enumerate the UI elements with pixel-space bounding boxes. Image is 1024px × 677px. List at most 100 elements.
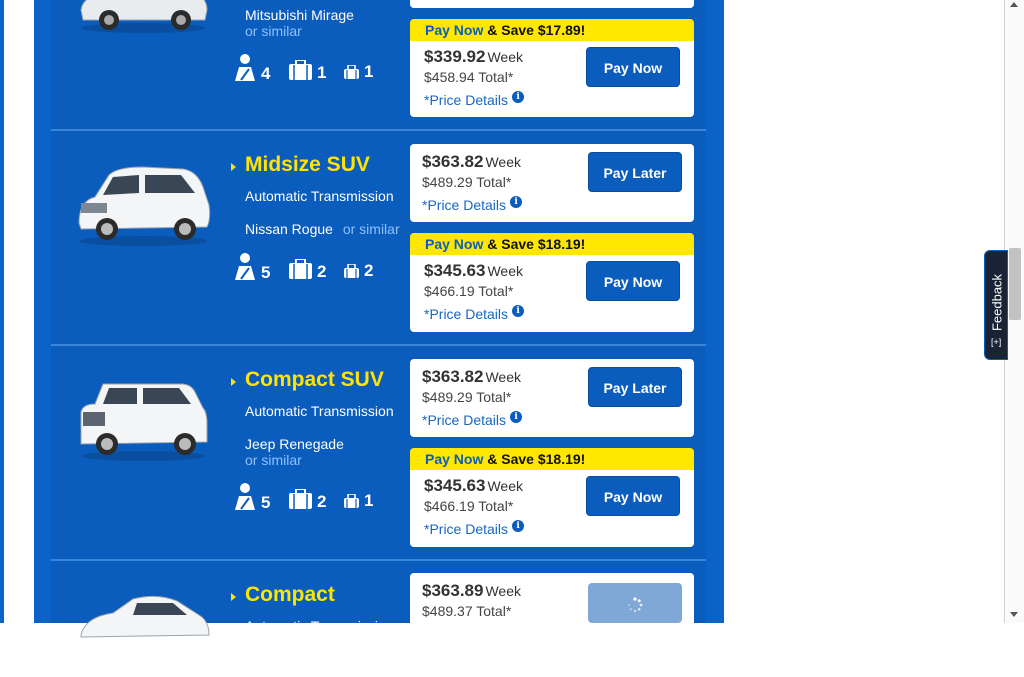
large-bag-count: 1 <box>317 63 327 82</box>
pay-now-button[interactable]: Pay Now <box>586 476 680 516</box>
savings-amount: & Save $18.19! <box>487 451 586 467</box>
weekly-price: $363.82 Week <box>422 367 521 386</box>
passenger-capacity: 5 <box>233 253 270 281</box>
transmission-label: Automatic Transmission <box>245 618 394 634</box>
large-bag-capacity: 1 <box>288 60 326 81</box>
large-bag-capacity: 2 <box>288 259 326 280</box>
feedback-tab[interactable]: Feedback [+] <box>984 250 1008 360</box>
pay-now-tag: Pay Now <box>425 22 484 38</box>
passenger-count: 5 <box>261 493 271 512</box>
scroll-up-arrow-icon[interactable] <box>1010 2 1018 7</box>
info-icon[interactable]: i <box>512 305 525 317</box>
total-price: $466.19 Total* <box>424 283 514 299</box>
scroll-down-arrow-icon[interactable] <box>1010 612 1018 617</box>
or-similar-label: or similar <box>342 221 400 237</box>
passenger-icon <box>235 253 255 280</box>
savings-amount: & Save $17.89! <box>487 22 586 38</box>
weekly-price: $363.82 Week <box>422 152 521 171</box>
pay-later-card-top <box>410 0 694 8</box>
price-details-link[interactable]: *Price Details i <box>422 196 523 213</box>
weekly-price: $345.63 Week <box>424 261 523 280</box>
info-icon[interactable]: i <box>510 411 523 423</box>
car-model: Nissan Rogue or similar <box>245 221 400 237</box>
caret-right-icon <box>231 593 236 601</box>
pay-later-button-loading[interactable] <box>588 583 682 623</box>
vehicle-class-title[interactable]: Midsize SUV <box>245 153 370 177</box>
feedback-expand-icon[interactable]: [+] <box>991 337 1001 347</box>
pay-now-card: $339.92 Week $458.94 Total* *Price Detail… <box>410 41 694 117</box>
loading-spinner-icon <box>628 597 643 613</box>
pay-later-card: $363.89 Week $489.37 Total* <box>410 573 694 643</box>
passenger-capacity: 4 <box>233 54 270 82</box>
total-price: $466.19 Total* <box>424 498 514 514</box>
car-image <box>80 595 210 638</box>
small-bag-icon <box>344 65 359 79</box>
passenger-icon <box>235 483 255 510</box>
caret-right-icon <box>231 378 236 386</box>
small-bag-count: 1 <box>364 491 374 510</box>
vehicle-row: Mitsubishi Mirage or similar 4 1 1 Pay N… <box>51 0 706 131</box>
large-bag-count: 2 <box>317 262 327 281</box>
pay-now-tag: Pay Now <box>425 451 484 467</box>
large-bag-icon <box>289 489 312 509</box>
or-similar-label: or similar <box>245 23 302 39</box>
row-divider <box>51 344 706 346</box>
info-icon[interactable]: i <box>512 91 525 103</box>
row-divider <box>51 129 706 131</box>
small-bag-icon <box>344 264 359 278</box>
row-divider <box>51 559 706 561</box>
price-details-link[interactable]: *Price Details i <box>424 91 525 108</box>
price-details-link[interactable]: *Price Details i <box>422 411 523 428</box>
info-icon[interactable]: i <box>510 196 523 208</box>
vehicle-row: Midsize SUV Automatic Transmission Nissa… <box>51 131 706 346</box>
page-left-edge <box>0 0 4 623</box>
vehicle-row: Compact SUV Automatic Transmission Jeep … <box>51 346 706 561</box>
total-price: $489.37 Total* <box>422 603 512 619</box>
pay-later-card: $363.82 Week $489.29 Total* *Price Detail… <box>410 359 694 437</box>
transmission-label: Automatic Transmission <box>245 403 394 419</box>
small-bag-count: 1 <box>364 62 374 81</box>
pay-now-button[interactable]: Pay Now <box>586 47 680 87</box>
pay-later-card: $363.82 Week $489.29 Total* *Price Detail… <box>410 144 694 222</box>
small-bag-capacity: 1 <box>343 491 374 510</box>
vehicle-list: Mitsubishi Mirage or similar 4 1 1 Pay N… <box>51 0 706 643</box>
pay-later-button[interactable]: Pay Later <box>588 152 682 192</box>
total-price: $458.94 Total* <box>424 69 514 85</box>
caret-right-icon <box>231 163 236 171</box>
weekly-price: $339.92 Week <box>424 47 523 66</box>
pay-now-button[interactable]: Pay Now <box>586 261 680 301</box>
total-price: $489.29 Total* <box>422 174 512 190</box>
transmission-label: Automatic Transmission <box>245 188 394 204</box>
car-model: Jeep Renegade <box>245 436 344 452</box>
passenger-capacity: 5 <box>233 483 270 511</box>
small-bag-capacity: 1 <box>343 62 374 81</box>
car-image <box>80 383 208 461</box>
small-bag-capacity: 2 <box>343 261 374 280</box>
pay-later-button[interactable]: Pay Later <box>588 367 682 407</box>
pay-now-tag: Pay Now <box>425 236 484 252</box>
large-bag-count: 2 <box>317 492 327 511</box>
vehicle-class-title[interactable]: Compact <box>245 583 335 607</box>
passenger-count: 5 <box>261 263 271 282</box>
small-bag-icon <box>344 494 359 508</box>
save-banner: Pay Now & Save $18.19! <box>410 448 694 470</box>
vehicle-class-title[interactable]: Compact SUV <box>245 368 384 392</box>
total-price: $489.29 Total* <box>422 389 512 405</box>
savings-amount: & Save $18.19! <box>487 236 586 252</box>
price-details-link[interactable]: *Price Details i <box>424 305 525 322</box>
large-bag-capacity: 2 <box>288 489 326 510</box>
car-model: Mitsubishi Mirage <box>245 7 354 23</box>
scrollbar-thumb[interactable] <box>1009 248 1021 320</box>
passenger-icon <box>235 54 255 81</box>
weekly-price: $345.63 Week <box>424 476 523 495</box>
price-details-link[interactable]: *Price Details i <box>424 520 525 537</box>
save-banner: Pay Now & Save $18.19! <box>410 233 694 255</box>
car-image <box>80 0 208 33</box>
large-bag-icon <box>289 60 312 80</box>
weekly-price: $363.89 Week <box>422 581 521 600</box>
or-similar-label: or similar <box>245 452 302 468</box>
info-icon[interactable]: i <box>512 520 525 532</box>
passenger-count: 4 <box>261 64 271 83</box>
small-bag-count: 2 <box>364 261 374 280</box>
large-bag-icon <box>289 259 312 279</box>
